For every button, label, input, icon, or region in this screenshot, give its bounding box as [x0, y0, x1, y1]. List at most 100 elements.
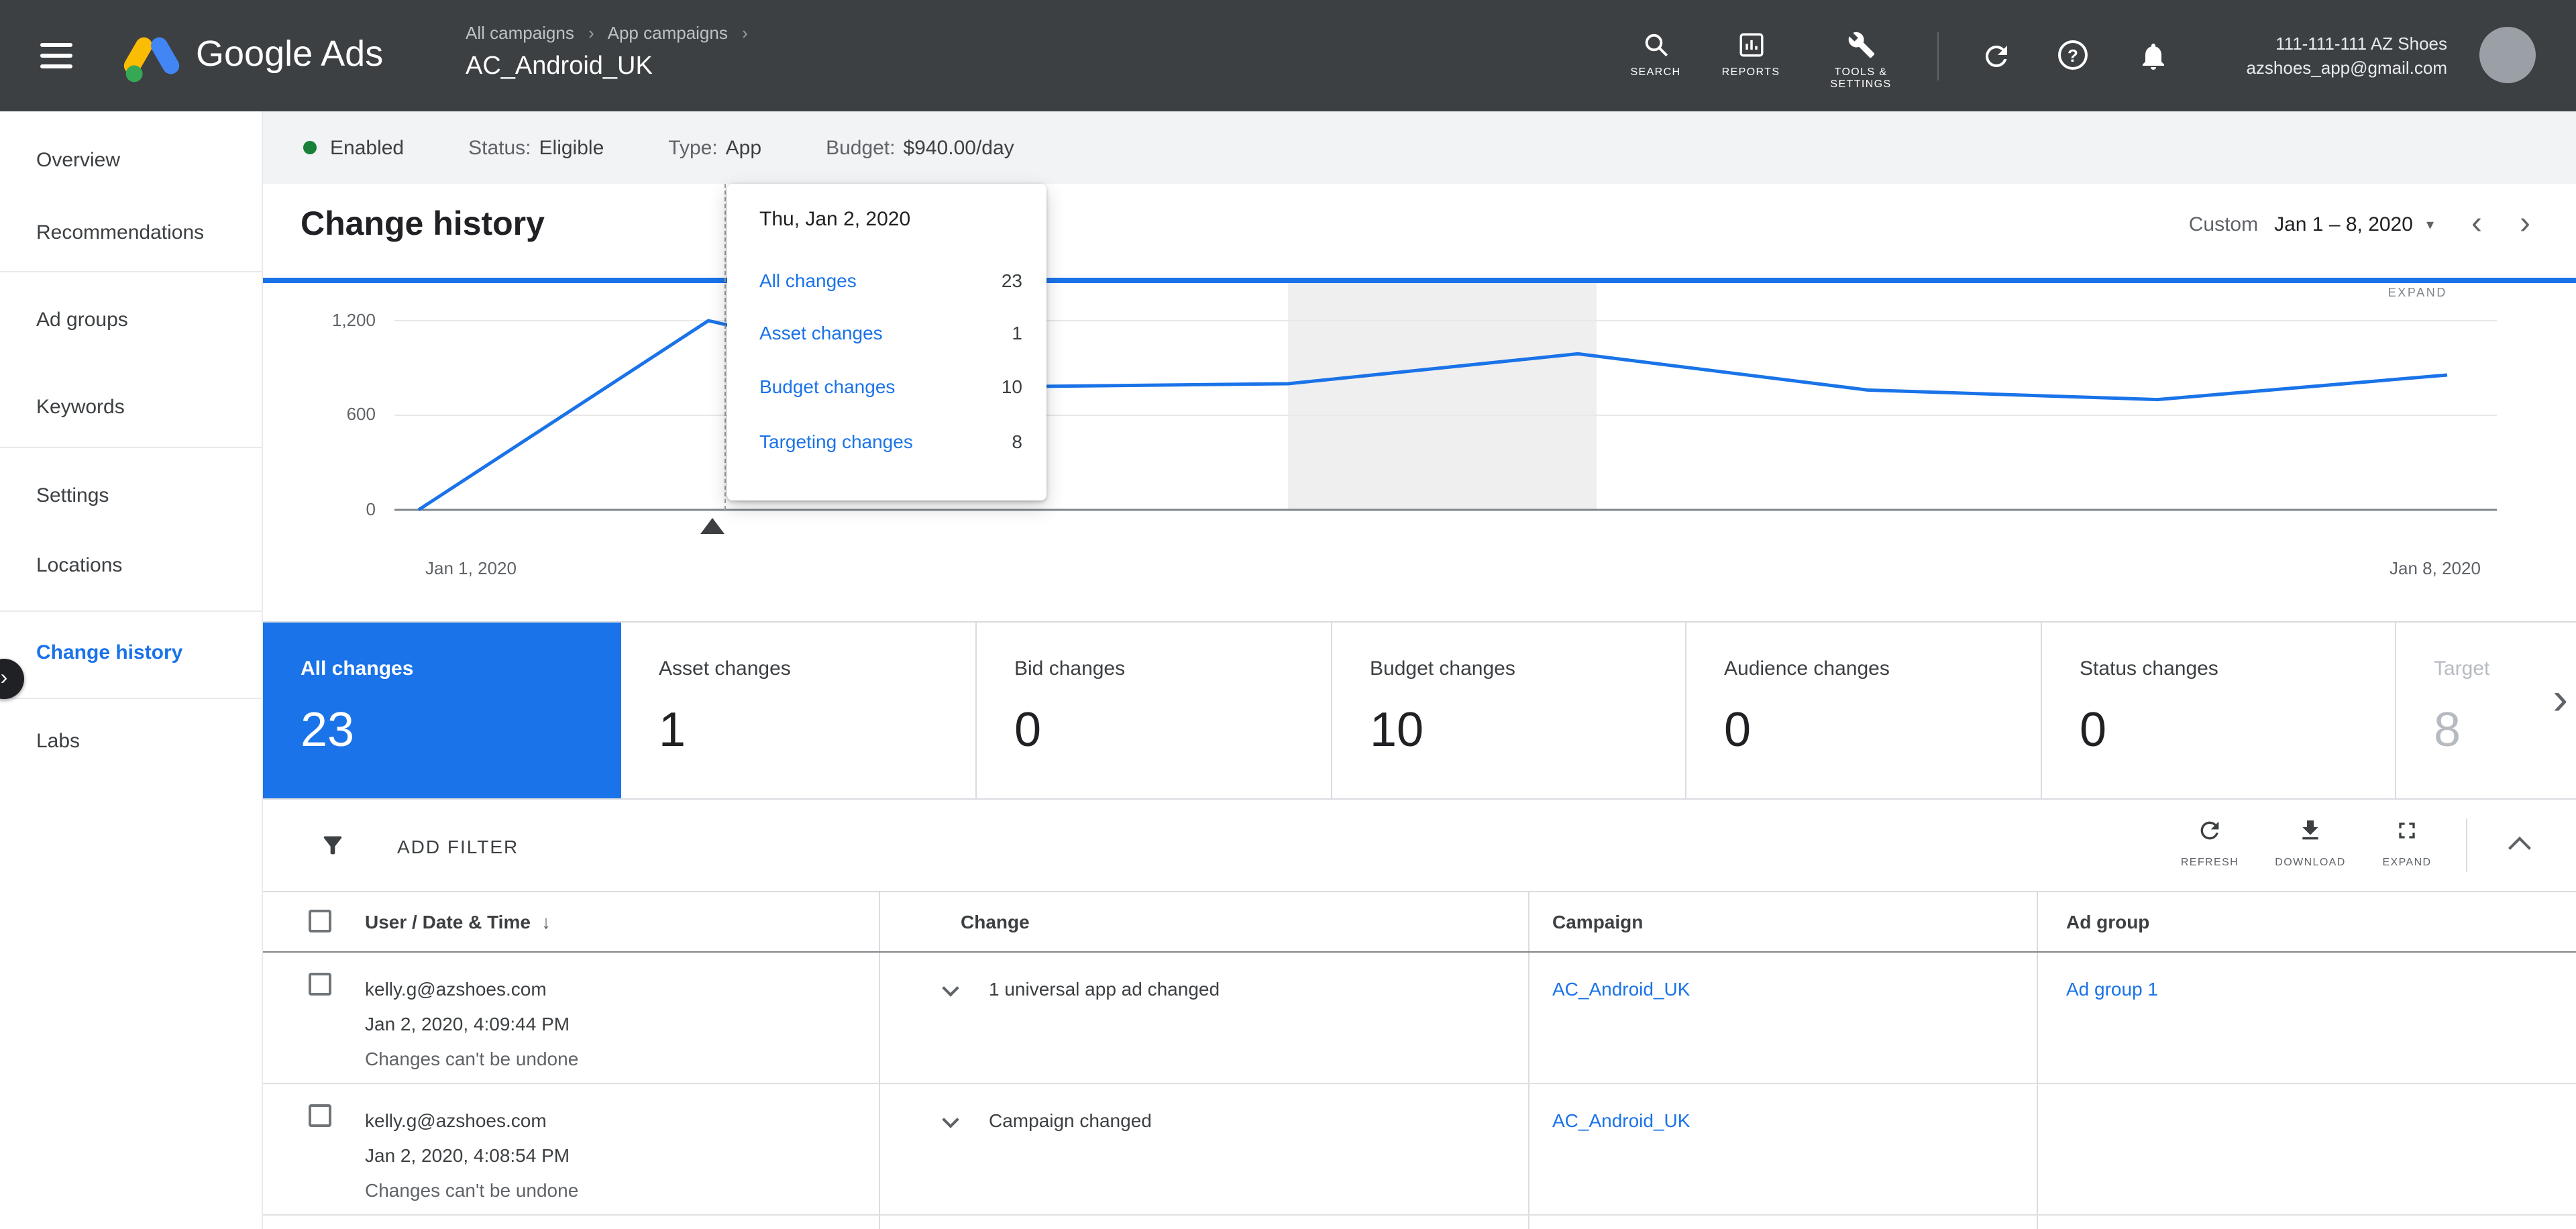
sidebar-divider — [0, 271, 262, 272]
table-download-button[interactable]: DOWNLOAD — [2263, 817, 2357, 872]
download-label: DOWNLOAD — [2275, 856, 2346, 868]
tooltip-link[interactable]: All changes — [759, 270, 857, 291]
sidebar-divider — [0, 447, 262, 448]
scorecard-asset-changes[interactable]: Asset changes 1 — [621, 623, 975, 798]
tooltip-value: 23 — [1001, 270, 1022, 291]
row-change: Campaign changed — [989, 1110, 1152, 1131]
scorecard-audience-changes[interactable]: Audience changes 0 — [1685, 623, 2041, 798]
scorecard-budget-changes[interactable]: Budget changes 10 — [1331, 623, 1685, 798]
tooltip-row-asset-changes[interactable]: Asset changes 1 — [759, 319, 1022, 346]
tooltip-row-all-changes[interactable]: All changes 23 — [759, 267, 1022, 294]
row-campaign-link[interactable]: AC_Android_UK — [1552, 1110, 1690, 1131]
breadcrumb-all-campaigns[interactable]: All campaigns — [466, 23, 574, 43]
next-period-button[interactable]: › — [2520, 207, 2530, 239]
row-user: kelly.g@azshoes.com — [365, 978, 547, 1000]
table-refresh-button[interactable]: REFRESH — [2163, 817, 2257, 872]
sidebar-item-overview[interactable]: Overview — [0, 134, 262, 188]
help-icon: ? — [2058, 40, 2088, 70]
date-range-mode[interactable]: Custom — [2189, 213, 2258, 235]
sidebar-item-locations[interactable]: Locations — [0, 539, 262, 593]
expand-row-button chevron-down-icon[interactable] — [942, 979, 959, 997]
table-expand-button[interactable]: EXPAND — [2360, 817, 2454, 872]
row-note: Changes can't be undone — [365, 1179, 579, 1201]
tooltip-row-budget-changes[interactable]: Budget changes 10 — [759, 373, 1022, 400]
scorecard-label: Asset changes — [659, 657, 791, 680]
budget-value: $940.00/day — [903, 136, 1014, 159]
sidebar-item-ad-groups[interactable]: Ad groups — [0, 294, 262, 348]
download-icon — [2302, 820, 2318, 840]
column-header-change[interactable]: Change — [961, 911, 1030, 932]
chevron-right-icon: › — [588, 23, 594, 43]
scorecards-next-button[interactable]: › — [2553, 676, 2568, 722]
table-row: kelly.g@azshoes.com Jan 2, 2020, 4:09:44… — [263, 953, 2576, 1084]
column-header-campaign[interactable]: Campaign — [1552, 911, 1643, 932]
sidebar-item-change-history[interactable]: Change history — [0, 627, 262, 680]
refresh-icon — [1986, 45, 2007, 67]
menu-icon[interactable] — [40, 43, 72, 68]
filter-icon[interactable] — [319, 832, 346, 859]
select-all-checkbox[interactable] — [309, 910, 331, 932]
add-filter-button[interactable]: ADD FILTER — [397, 836, 519, 857]
scorecards-row: All changes 23 Asset changes 1 Bid chang… — [263, 621, 2576, 800]
scorecard-status-changes[interactable]: Status changes 0 — [2041, 623, 2395, 798]
scorecard-all-changes[interactable]: All changes 23 — [263, 623, 621, 798]
column-header-user-datetime[interactable]: User / Date & Time ↓ — [365, 911, 551, 932]
help-button[interactable]: ? — [2058, 40, 2090, 72]
topbar: Google Ads All campaigns › App campaigns… — [0, 0, 2576, 111]
tooltip-row-targeting-changes[interactable]: Targeting changes 8 — [759, 428, 1022, 455]
title-bar: Change history Custom Jan 1 – 8, 2020 ▾ … — [263, 184, 2576, 271]
table-row: kelly.g@azshoes.com Jan 2, 2020, 4:08:54… — [263, 1084, 2576, 1216]
notifications-button[interactable] — [2137, 40, 2169, 72]
search-button[interactable]: SEARCH — [1602, 31, 1709, 78]
scorecard-value: 0 — [2080, 702, 2107, 757]
scorecard-label: Budget changes — [1370, 657, 1515, 680]
sidebar-item-settings[interactable]: Settings — [0, 470, 262, 523]
avatar[interactable] — [2479, 27, 2536, 83]
search-icon — [1644, 34, 1668, 57]
filter-bar: ADD FILTER REFRESH DOWNLOAD EXPAND — [263, 800, 2576, 892]
scorecard-label: Bid changes — [1014, 657, 1126, 680]
reports-button[interactable]: REPORTS — [1697, 31, 1805, 78]
tools-settings-button[interactable]: TOOLS & SETTINGS — [1807, 31, 1915, 90]
wrench-icon — [1847, 32, 1874, 58]
breadcrumb-app-campaigns[interactable]: App campaigns — [608, 23, 728, 43]
column-header-label: User / Date & Time — [365, 911, 531, 932]
topbar-divider — [1937, 32, 1939, 81]
row-ad-group-link[interactable]: Ad group 1 — [2066, 978, 2158, 1000]
enabled-dot-icon — [303, 141, 317, 154]
account-email: azshoes_app@gmail.com — [2246, 58, 2447, 78]
tooltip-link[interactable]: Asset changes — [759, 322, 883, 343]
row-note: Changes can't be undone — [365, 1048, 579, 1069]
sidebar-item-recommendations[interactable]: Recommendations — [0, 207, 262, 260]
previous-period-button[interactable]: ‹ — [2471, 207, 2482, 239]
row-checkbox[interactable] — [309, 1104, 331, 1127]
tooltip-link[interactable]: Budget changes — [759, 376, 895, 397]
scorecard-value: 0 — [1014, 702, 1042, 757]
tooltip-link[interactable]: Targeting changes — [759, 431, 913, 452]
scorecard-label: Audience changes — [1724, 657, 1890, 680]
collapse-table-button chevron-up-icon[interactable] — [2508, 837, 2531, 859]
tooltip-value: 10 — [1001, 376, 1022, 397]
column-header-ad-group[interactable]: Ad group — [2066, 911, 2149, 932]
scorecard-targeting-changes-partial[interactable]: Target 8 — [2395, 623, 2576, 798]
account-info: 111-111-111 AZ Shoes azshoes_app@gmail.c… — [2246, 32, 2447, 81]
chevron-down-icon[interactable]: ▾ — [2426, 215, 2434, 233]
sidebar-divider — [0, 698, 262, 699]
sidebar: Overview Recommendations Ad groups Keywo… — [0, 111, 263, 1229]
row-campaign-link[interactable]: AC_Android_UK — [1552, 978, 1690, 1000]
expand-row-button chevron-down-icon[interactable] — [942, 1111, 959, 1128]
reports-label: REPORTS — [1721, 66, 1780, 78]
sidebar-item-labs[interactable]: Labs — [0, 715, 262, 769]
refresh-button[interactable] — [1980, 40, 2012, 72]
enabled-status-control[interactable]: Enabled — [303, 136, 404, 159]
sort-descending-icon[interactable]: ↓ — [541, 911, 551, 932]
type-label: Type: — [668, 136, 718, 159]
x-label-first: Jan 1, 2020 — [425, 558, 517, 578]
date-range-value[interactable]: Jan 1 – 8, 2020 — [2274, 213, 2413, 235]
scorecard-value: 1 — [659, 702, 686, 757]
expand-label: EXPAND — [2382, 856, 2432, 868]
scorecard-bid-changes[interactable]: Bid changes 0 — [975, 623, 1331, 798]
sidebar-item-keywords[interactable]: Keywords — [0, 381, 262, 435]
row-checkbox[interactable] — [309, 973, 331, 996]
bell-icon — [2143, 44, 2164, 70]
